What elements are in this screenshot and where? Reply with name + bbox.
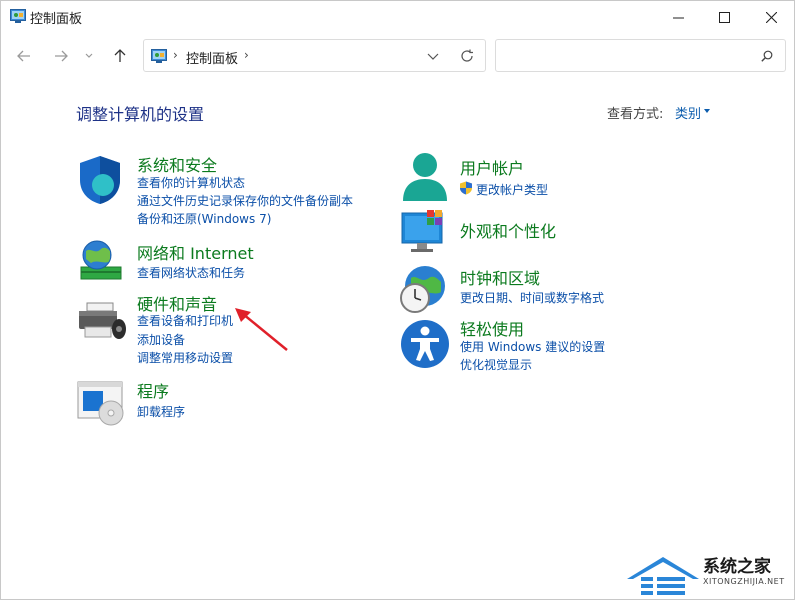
back-button[interactable] <box>11 43 37 69</box>
maximize-icon <box>718 11 730 23</box>
link-change-account-type[interactable]: 更改帐户类型 <box>476 181 548 198</box>
minimize-icon <box>672 17 684 18</box>
link-file-history-backup[interactable]: 通过文件历史记录保存你的文件备份副本 <box>137 192 353 209</box>
annotation-arrow-icon <box>235 308 288 351</box>
link-change-date-time-format[interactable]: 更改日期、时间或数字格式 <box>460 289 604 306</box>
refresh-button[interactable] <box>456 46 478 66</box>
search-box[interactable] <box>495 39 786 72</box>
navigation-bar: › 控制面板 › <box>1 35 794 77</box>
link-network-status[interactable]: 查看网络状态和任务 <box>137 264 245 281</box>
category-network-internet[interactable]: 网络和 Internet <box>137 240 254 264</box>
network-icon <box>80 240 122 280</box>
shield-icon <box>80 156 120 204</box>
link-view-computer-status[interactable]: 查看你的计算机状态 <box>137 174 245 191</box>
link-mobility-settings[interactable]: 调整常用移动设置 <box>137 349 233 366</box>
user-icon <box>403 153 447 201</box>
category-programs[interactable]: 程序 <box>137 378 169 402</box>
clock-globe-icon <box>400 266 445 313</box>
search-icon <box>761 50 773 62</box>
title-bar: 控制面板 <box>1 1 794 33</box>
address-bar[interactable]: › 控制面板 › <box>143 39 486 72</box>
control-panel-icon <box>151 49 167 63</box>
forward-button[interactable] <box>48 43 74 69</box>
category-clock-region[interactable]: 时钟和区域 <box>460 265 540 289</box>
category-system-security[interactable]: 系统和安全 <box>137 152 217 176</box>
link-uninstall-program[interactable]: 卸载程序 <box>137 403 185 420</box>
view-by-label: 查看方式: <box>607 107 664 122</box>
programs-icon <box>77 381 124 426</box>
breadcrumb-separator[interactable]: › <box>244 48 249 62</box>
chevron-down-icon <box>85 53 93 58</box>
view-by-dropdown[interactable]: 类别 <box>675 103 701 122</box>
refresh-icon <box>461 49 473 62</box>
breadcrumb-separator[interactable]: › <box>173 48 178 62</box>
search-button[interactable] <box>758 47 776 65</box>
link-backup-restore[interactable]: 备份和还原(Windows 7) <box>137 210 271 227</box>
link-devices-printers[interactable]: 查看设备和打印机 <box>137 312 233 329</box>
control-panel-icon <box>10 9 26 23</box>
watermark-subtext: XITONGZHIJIA.NET <box>703 577 785 586</box>
accessibility-icon <box>401 320 449 368</box>
link-add-device[interactable]: 添加设备 <box>137 331 185 348</box>
chevron-down-icon <box>427 53 439 60</box>
arrow-right-icon <box>55 50 68 62</box>
up-button[interactable] <box>107 43 133 69</box>
uac-shield-icon <box>460 181 472 195</box>
category-user-accounts[interactable]: 用户帐户 <box>460 155 524 179</box>
close-icon <box>765 11 777 23</box>
maximize-button[interactable] <box>701 1 747 33</box>
minimize-button[interactable] <box>655 1 701 33</box>
search-input[interactable] <box>504 46 744 66</box>
link-optimize-display[interactable]: 优化视觉显示 <box>460 356 532 373</box>
close-button[interactable] <box>748 1 794 33</box>
arrow-left-icon <box>17 50 30 62</box>
category-ease-of-access[interactable]: 轻松使用 <box>460 316 524 340</box>
monitor-icon <box>401 210 443 252</box>
caret-down-icon[interactable] <box>704 109 710 113</box>
address-history-button[interactable] <box>423 47 443 65</box>
category-appearance[interactable]: 外观和个性化 <box>460 218 556 242</box>
control-panel-window: 控制面板 › 控制面板 › 调整计算机的设置 查看方式: 类别 系统和安全 查看… <box>0 0 795 600</box>
printer-icon <box>79 302 126 339</box>
arrow-up-icon <box>114 49 126 62</box>
recent-locations-button[interactable] <box>79 43 99 69</box>
window-title: 控制面板 <box>30 12 83 27</box>
link-recommended-settings[interactable]: 使用 Windows 建议的设置 <box>460 338 605 355</box>
watermark-text: 系统之家 <box>703 557 771 577</box>
page-title: 调整计算机的设置 <box>76 105 205 124</box>
breadcrumb-control-panel[interactable]: 控制面板 <box>186 48 238 67</box>
